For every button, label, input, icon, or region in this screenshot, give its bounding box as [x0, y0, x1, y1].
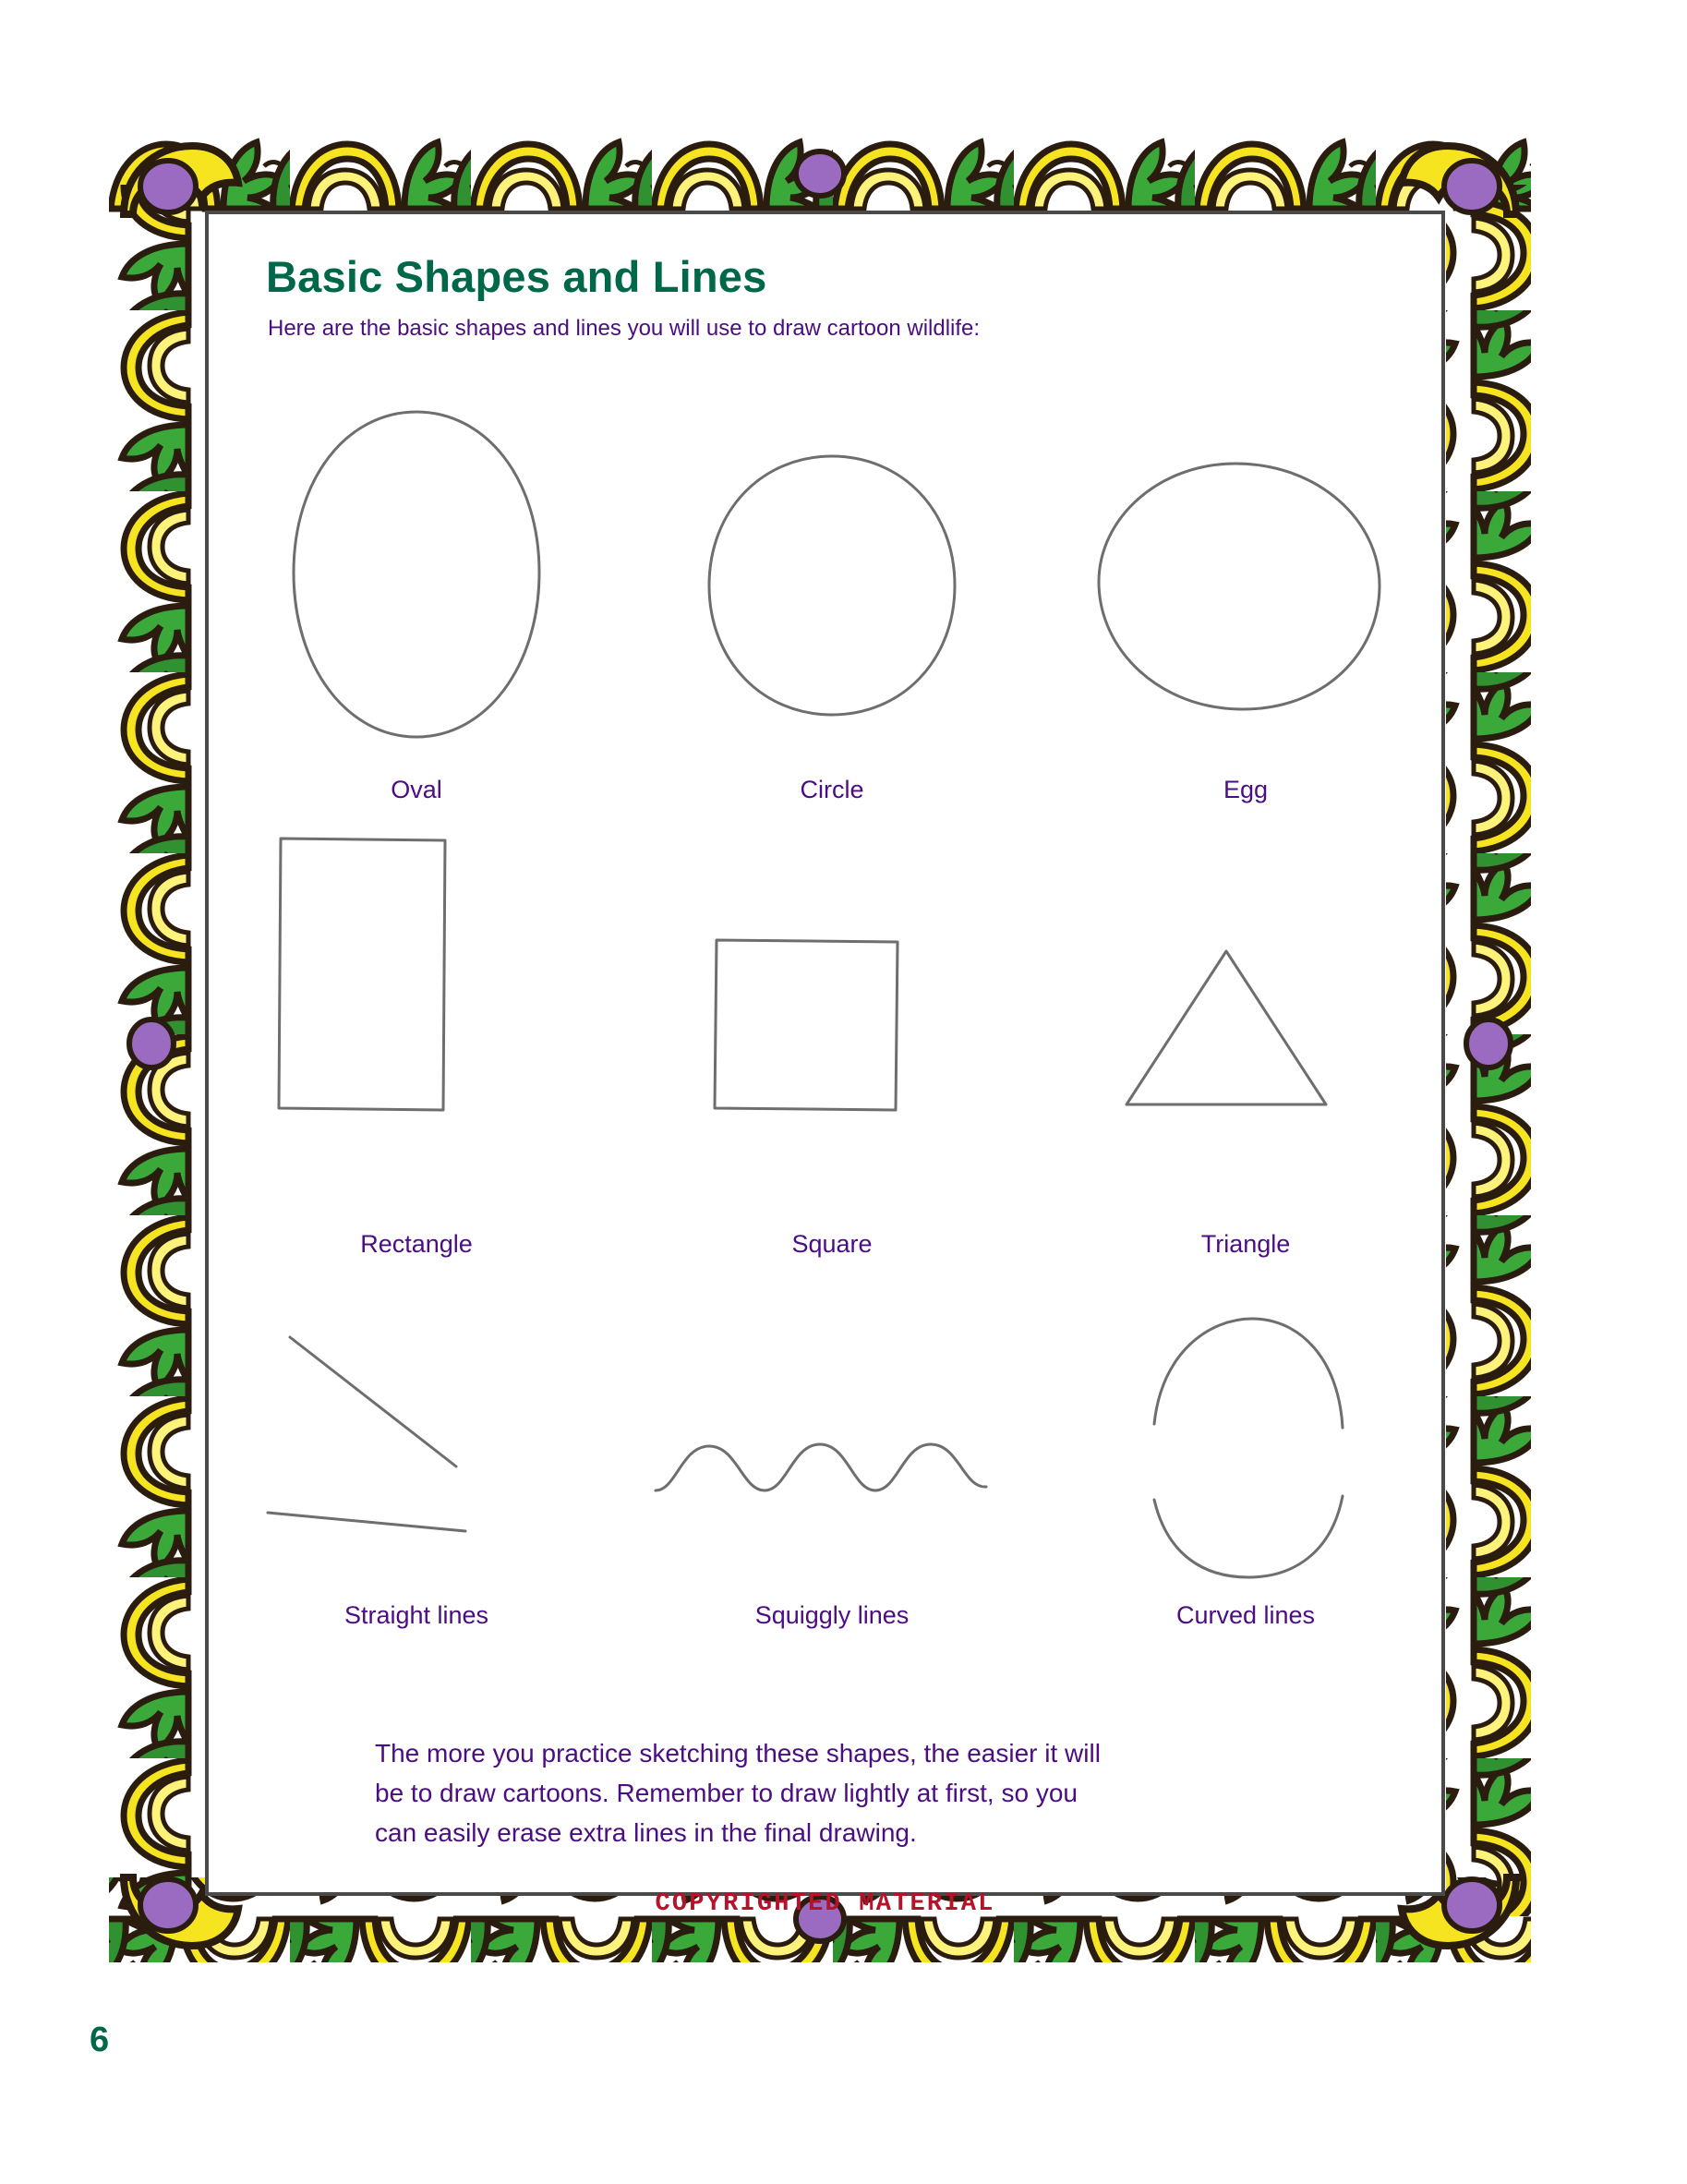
shape-label-curved-lines: Curved lines — [1175, 1601, 1316, 1629]
shape-label-circle: Circle — [800, 776, 864, 803]
straight-lines-icon — [266, 1335, 467, 1533]
shape-cell-egg: Egg — [1038, 390, 1453, 833]
shape-label-egg: Egg — [1223, 776, 1269, 803]
shape-label-rectangle: Rectangle — [360, 1230, 473, 1258]
page-title: Basic Shapes and Lines — [266, 252, 767, 301]
shape-cell-curved-lines: Curved lines — [1038, 1295, 1453, 1683]
worksheet-page: Basic Shapes and Lines Here are the basi… — [0, 0, 1687, 2184]
closing-line-3: can easily erase extra lines in the fina… — [375, 1818, 917, 1847]
shape-label-straight-lines: Straight lines — [343, 1601, 489, 1629]
rectangle-shape-icon — [277, 837, 447, 1112]
closing-line-1: The more you practice sketching these sh… — [375, 1739, 1101, 1768]
closing-paragraph: The more you practice sketching these sh… — [375, 1733, 1243, 1852]
shape-label-triangle: Triangle — [1200, 1230, 1291, 1258]
shape-label-oval: Oval — [391, 776, 442, 803]
shape-cell-oval: Oval — [209, 390, 624, 833]
closing-line-2: be to draw cartoons. Remember to draw li… — [375, 1779, 1078, 1807]
shape-cell-squiggly-lines: Squiggly lines — [624, 1295, 1040, 1683]
shape-cell-square: Square — [624, 833, 1040, 1295]
curved-lines-icon — [1152, 1317, 1344, 1579]
page-number: 6 — [90, 2021, 110, 2059]
content-panel: Basic Shapes and Lines Here are the basi… — [205, 211, 1445, 1918]
shape-label-squiggly-lines: Squiggly lines — [754, 1601, 910, 1629]
copyright-stamp: COPYRIGHTED MATERIAL — [655, 1890, 995, 1918]
egg-shape-icon — [1097, 462, 1381, 711]
triangle-shape-icon — [1125, 949, 1328, 1106]
circle-shape-icon — [707, 454, 957, 717]
shape-label-square: Square — [791, 1230, 873, 1258]
shape-cell-triangle: Triangle — [1038, 833, 1453, 1295]
page-subtitle: Here are the basic shapes and lines you … — [268, 316, 981, 341]
oval-shape-icon — [292, 410, 541, 739]
shape-cell-rectangle: Rectangle — [209, 833, 624, 1295]
shape-cell-straight-lines: Straight lines — [209, 1295, 624, 1683]
shape-cell-circle: Circle — [624, 390, 1040, 833]
square-shape-icon — [713, 938, 899, 1112]
squiggly-lines-icon — [654, 1442, 988, 1492]
